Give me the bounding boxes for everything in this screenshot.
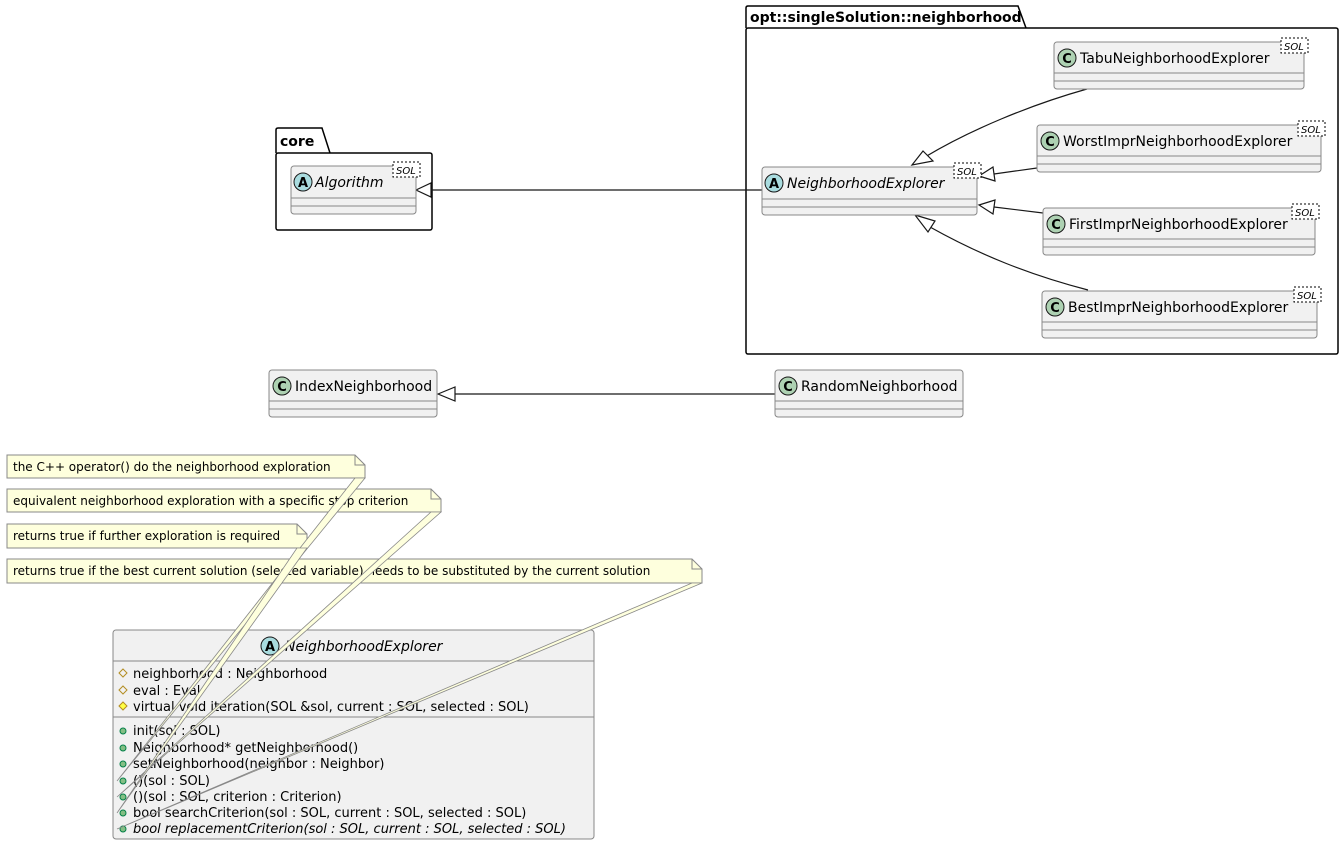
class-name: RandomNeighborhood	[801, 379, 958, 395]
class-neighborhood-explorer[interactable]: A NeighborhoodExplorer SOL	[761, 162, 982, 216]
class-kind-letter: C	[1051, 218, 1061, 233]
class-tabu-neighborhood-explorer[interactable]: C TabuNeighborhoodExplorer SOL	[1053, 37, 1309, 90]
public-visibility-icon	[119, 777, 127, 785]
note-text: returns true if further exploration is r…	[13, 529, 280, 543]
field-item: neighborhood : Neighborhood	[133, 667, 327, 682]
class-name: BestImprNeighborhoodExplorer	[1068, 300, 1289, 316]
method-item: ()(sol : SOL, criterion : Criterion)	[133, 790, 342, 805]
public-visibility-icon	[119, 809, 127, 817]
uml-class-diagram: core opt::singleSolution::neighborhood A…	[6, 5, 1339, 840]
note-text: the C++ operator() do the neighborhood e…	[13, 460, 331, 474]
inheritance-arrowhead	[436, 386, 456, 402]
template-param: SOL	[1301, 125, 1321, 136]
template-param: SOL	[957, 167, 977, 178]
class-random-neighborhood[interactable]: C RandomNeighborhood	[774, 369, 964, 418]
note-2[interactable]: returns true if further exploration is r…	[6, 523, 308, 549]
public-visibility-icon	[119, 727, 127, 735]
class-index-neighborhood[interactable]: C IndexNeighborhood	[268, 369, 438, 418]
class-kind-letter: A	[769, 177, 779, 192]
template-param: SOL	[1295, 208, 1315, 219]
class-name: Algorithm	[314, 175, 384, 191]
class-worst-impr-neighborhood-explorer[interactable]: C WorstImprNeighborhoodExplorer SOL	[1036, 120, 1326, 173]
class-name: IndexNeighborhood	[295, 379, 432, 395]
method-item: bool searchCriterion(sol : SOL, current …	[133, 806, 526, 821]
public-visibility-icon	[119, 744, 127, 752]
class-name: WorstImprNeighborhoodExplorer	[1063, 134, 1293, 150]
note-0[interactable]: the C++ operator() do the neighborhood e…	[6, 454, 366, 479]
class-kind-letter: C	[277, 380, 287, 395]
template-param: SOL	[1297, 291, 1317, 302]
class-kind-letter: C	[783, 380, 793, 395]
class-name: FirstImprNeighborhoodExplorer	[1069, 217, 1288, 233]
class-neighborhood-explorer-detail[interactable]: A NeighborhoodExplorer neighborhood : Ne…	[112, 629, 595, 840]
public-visibility-icon	[119, 793, 127, 801]
package-core-label: core	[280, 134, 314, 150]
class-name: NeighborhoodExplorer	[285, 639, 444, 655]
class-kind-letter: A	[298, 176, 308, 191]
note-1[interactable]: equivalent neighborhood exploration with…	[6, 488, 442, 513]
class-name: NeighborhoodExplorer	[787, 176, 946, 192]
class-name: TabuNeighborhoodExplorer	[1079, 51, 1270, 67]
class-kind-letter: C	[1062, 52, 1072, 67]
public-visibility-icon	[119, 760, 127, 768]
class-best-impr-neighborhood-explorer[interactable]: C BestImprNeighborhoodExplorer SOL	[1041, 286, 1322, 339]
class-kind-letter: A	[265, 640, 275, 655]
class-kind-letter: C	[1050, 301, 1060, 316]
package-neighborhood-label: opt::singleSolution::neighborhood	[750, 10, 1022, 26]
method-item: ()(sol : SOL)	[133, 774, 210, 789]
template-param: SOL	[396, 166, 416, 177]
class-algorithm[interactable]: A Algorithm SOL	[290, 161, 421, 215]
note-3[interactable]: returns true if the best current solutio…	[6, 558, 703, 584]
template-param: SOL	[1284, 42, 1304, 53]
class-kind-letter: C	[1045, 135, 1055, 150]
method-item: bool replacementCriterion(sol : SOL, cur…	[133, 822, 566, 837]
class-first-impr-neighborhood-explorer[interactable]: C FirstImprNeighborhoodExplorer SOL	[1042, 203, 1320, 256]
note-text: returns true if the best current solutio…	[13, 564, 650, 578]
